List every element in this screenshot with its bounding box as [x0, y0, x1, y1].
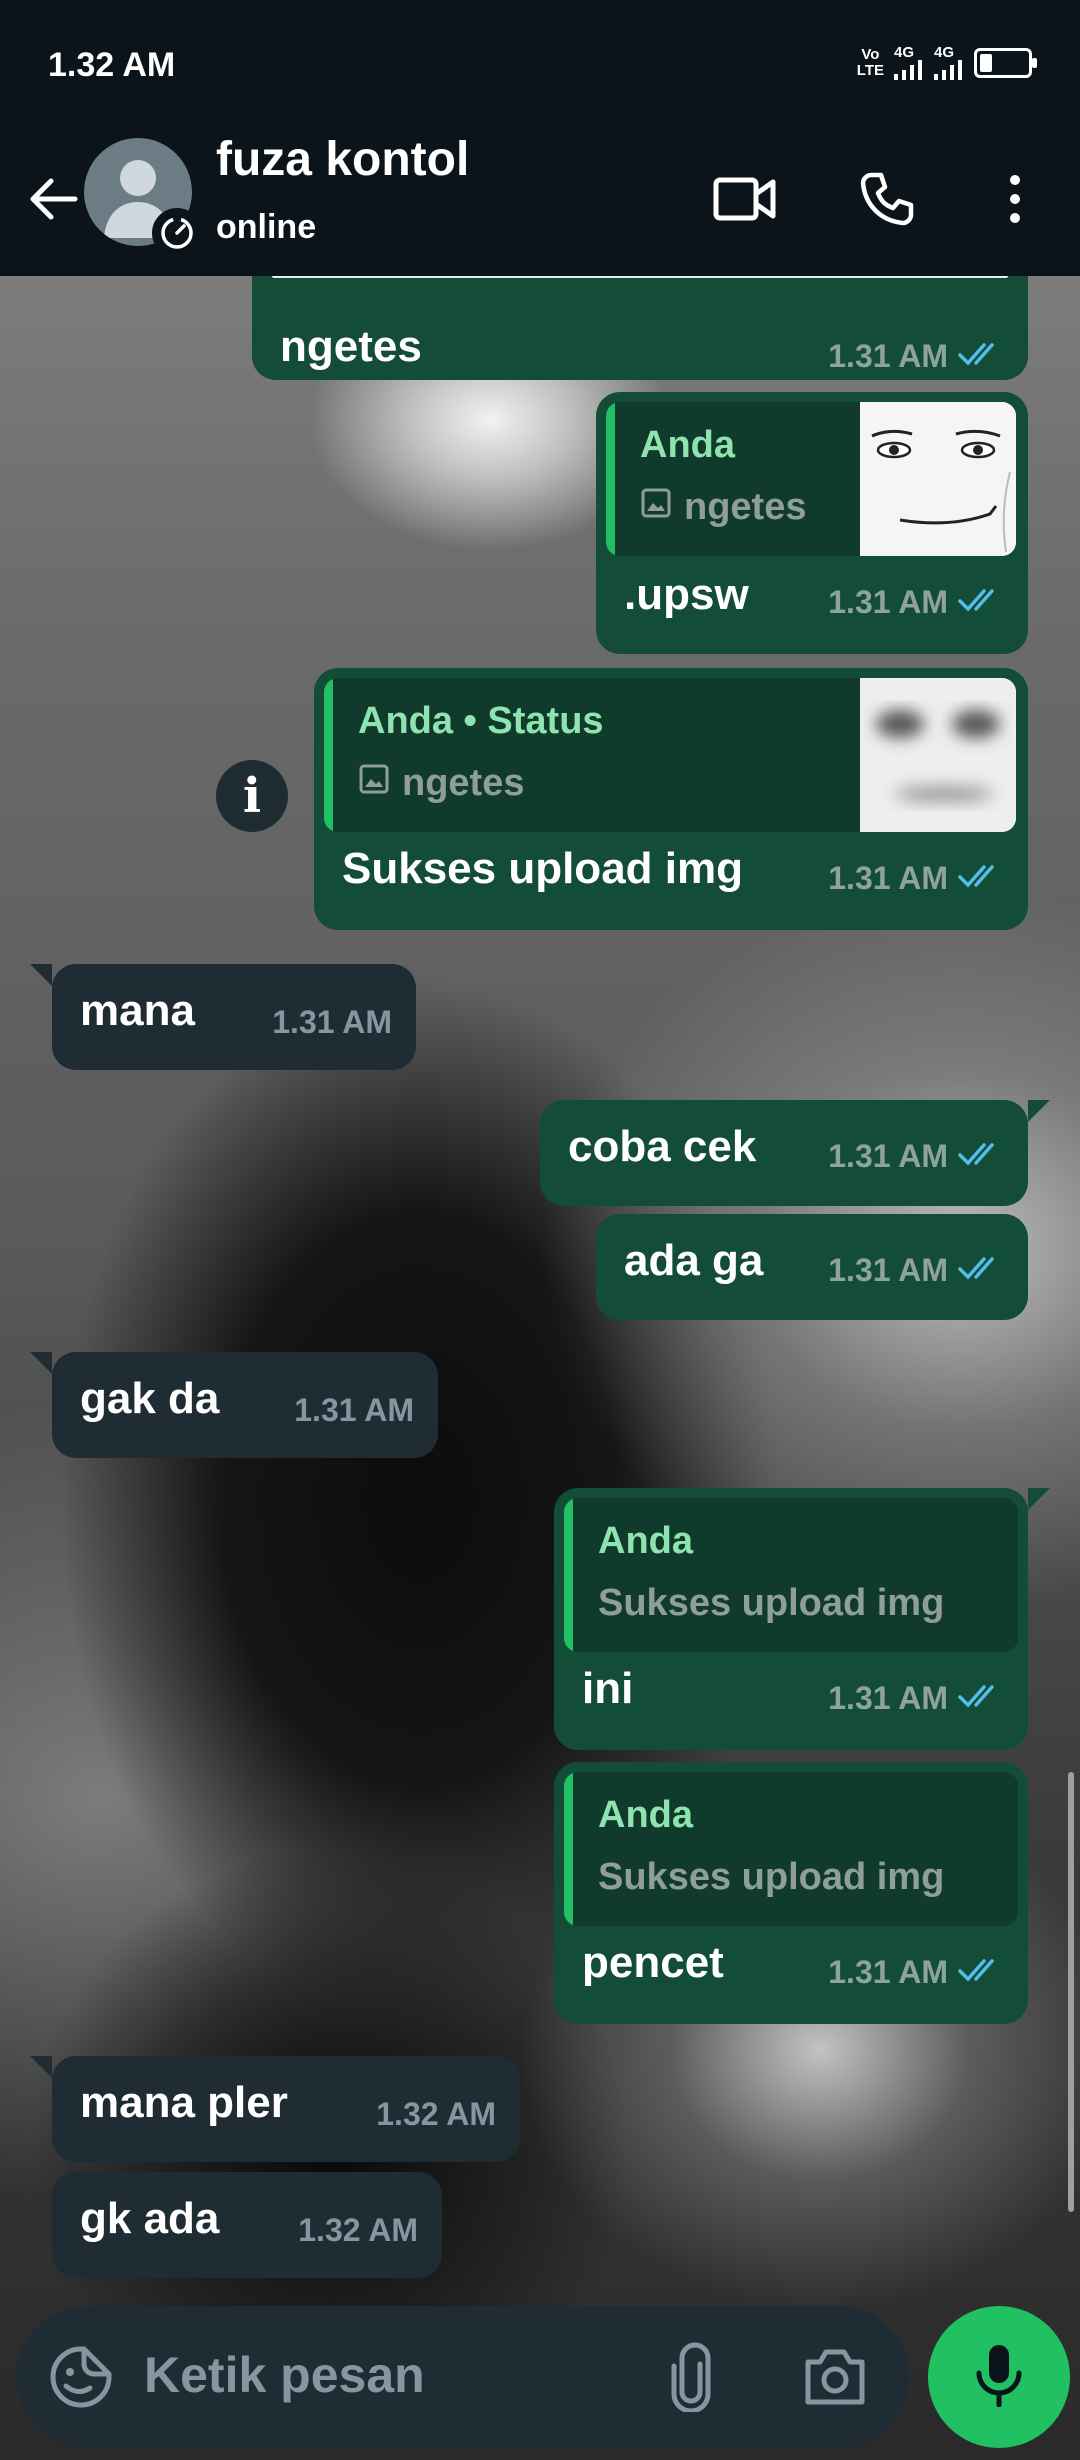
quote-thumbnail-image: [860, 402, 1016, 556]
message-time: 1.31 AM: [828, 860, 948, 896]
message-text: mana: [80, 986, 195, 1035]
quote-thumbnail-image: [860, 678, 1016, 832]
double-check-icon: [958, 1138, 1004, 1175]
message-meta: 1.31 AM: [828, 584, 1004, 621]
message-time: 1.31 AM: [828, 1680, 948, 1716]
attach-icon[interactable]: [666, 2342, 716, 2414]
message-bubble-outgoing[interactable]: ngetes 1.31 AM: [252, 276, 1028, 380]
message-meta: 1.32 AM: [298, 2212, 418, 2249]
info-icon[interactable]: i: [216, 760, 288, 832]
double-check-icon: [958, 584, 1004, 621]
more-options-icon[interactable]: [1000, 162, 1030, 236]
mic-icon: [974, 2343, 1024, 2412]
message-bubble-outgoing[interactable]: Anda Sukses upload img ini 1.31 AM: [554, 1488, 1028, 1750]
quote-author: Anda • Status: [358, 700, 604, 742]
message-bubble-outgoing[interactable]: ada ga 1.31 AM: [596, 1214, 1028, 1320]
quote-body: ngetes: [640, 486, 806, 529]
message-time: 1.32 AM: [376, 2096, 496, 2132]
status-bar: 1.32 AM Vo LTE 4G 4G: [0, 0, 1080, 130]
double-check-icon: [958, 1954, 1004, 1991]
mic-button[interactable]: [928, 2306, 1070, 2448]
message-input-placeholder[interactable]: Ketik pesan: [144, 2346, 425, 2404]
message-bubble-outgoing[interactable]: Anda Sukses upload img pencet 1.31 AM: [554, 1762, 1028, 2024]
video-call-icon[interactable]: [708, 162, 782, 236]
sticker-icon[interactable]: [48, 2344, 114, 2410]
message-time: 1.31 AM: [828, 1138, 948, 1174]
battery-icon: [974, 48, 1037, 78]
message-bubble-outgoing[interactable]: Anda ngetes .upsw 1.31 AM: [596, 392, 1028, 654]
quoted-message[interactable]: Anda ngetes: [606, 402, 1016, 556]
message-meta: 1.31 AM: [828, 1252, 1004, 1289]
double-check-icon: [958, 1252, 1004, 1289]
message-meta: 1.31 AM: [828, 1680, 1004, 1717]
contact-status: online: [216, 208, 317, 246]
message-text: ini: [582, 1664, 634, 1713]
quoted-message[interactable]: Anda Sukses upload img: [564, 1772, 1018, 1926]
message-text: gak da: [80, 1374, 220, 1423]
quote-body: Sukses upload img: [598, 1856, 945, 1898]
disappearing-timer-icon: [152, 208, 202, 258]
message-bubble-incoming[interactable]: gk ada 1.32 AM: [52, 2172, 442, 2278]
camera-icon[interactable]: [802, 2346, 868, 2408]
message-time: 1.31 AM: [828, 1252, 948, 1288]
status-time: 1.32 AM: [48, 46, 176, 84]
message-meta: 1.31 AM: [828, 860, 1004, 897]
message-text: coba cek: [568, 1122, 757, 1171]
message-time: 1.32 AM: [298, 2212, 418, 2248]
image-icon: [640, 486, 672, 529]
back-arrow-icon[interactable]: [18, 164, 88, 234]
message-meta: 1.31 AM: [828, 1954, 1004, 1991]
signal-icon: 4G: [894, 45, 924, 80]
message-bubble-outgoing[interactable]: Anda • Status ngetes Sukses upload img 1…: [314, 668, 1028, 930]
message-time: 1.31 AM: [828, 338, 948, 374]
volte-indicator: Vo LTE: [856, 46, 884, 79]
quote-body: Sukses upload img: [598, 1582, 945, 1624]
phone-icon[interactable]: [850, 162, 924, 236]
message-text: ngetes: [280, 322, 422, 371]
message-bubble-incoming[interactable]: mana pler 1.32 AM: [52, 2056, 520, 2162]
status-icons: Vo LTE 4G 4G: [856, 45, 1037, 80]
quote-author: Anda: [640, 424, 735, 466]
message-text: mana pler: [80, 2078, 288, 2127]
message-time: 1.31 AM: [294, 1392, 414, 1428]
quote-author: Anda: [598, 1520, 693, 1562]
message-bubble-incoming[interactable]: mana 1.31 AM: [52, 964, 416, 1070]
message-text: pencet: [582, 1938, 724, 1987]
double-check-icon: [958, 860, 1004, 897]
message-list[interactable]: ngetes 1.31 AM Anda ngetes .upsw 1.31 AM…: [0, 276, 1080, 2306]
double-check-icon: [958, 1680, 1004, 1717]
double-check-icon: [958, 338, 1004, 375]
message-composer[interactable]: Ketik pesan: [16, 2306, 910, 2448]
message-text: ada ga: [624, 1236, 764, 1285]
scrollbar[interactable]: [1068, 1772, 1074, 2212]
quoted-message[interactable]: Anda • Status ngetes: [324, 678, 1016, 832]
message-time: 1.31 AM: [272, 1004, 392, 1040]
message-bubble-outgoing[interactable]: coba cek 1.31 AM: [540, 1100, 1028, 1206]
message-time: 1.31 AM: [828, 1954, 948, 1990]
quote-author: Anda: [598, 1794, 693, 1836]
quote-body: ngetes: [358, 762, 524, 805]
message-text: gk ada: [80, 2194, 220, 2243]
chat-header: fuza kontol online: [0, 130, 1080, 276]
message-text: Sukses upload img: [342, 844, 743, 893]
message-meta: 1.32 AM: [376, 2096, 496, 2133]
message-time: 1.31 AM: [828, 584, 948, 620]
message-meta: 1.31 AM: [828, 1138, 1004, 1175]
message-text: .upsw: [624, 570, 749, 619]
message-bubble-incoming[interactable]: gak da 1.31 AM: [52, 1352, 438, 1458]
message-meta: 1.31 AM: [294, 1392, 414, 1429]
message-meta: 1.31 AM: [272, 1004, 392, 1041]
quoted-message[interactable]: Anda Sukses upload img: [564, 1498, 1018, 1652]
message-meta: 1.31 AM: [828, 338, 1004, 375]
image-icon: [358, 762, 390, 805]
contact-name[interactable]: fuza kontol: [216, 132, 469, 187]
signal-icon-2: 4G: [934, 45, 964, 80]
